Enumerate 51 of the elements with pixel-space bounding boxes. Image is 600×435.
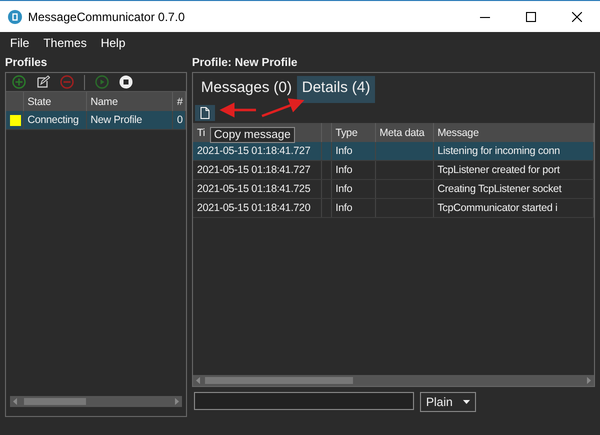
table-cell: 2021-05-15 01:18:41.727 bbox=[193, 142, 321, 160]
close-icon[interactable] bbox=[572, 12, 582, 22]
horizontal-scrollbar[interactable] bbox=[10, 396, 182, 407]
table-cell: 2021-05-15 01:18:41.720 bbox=[193, 198, 321, 218]
remove-icon[interactable] bbox=[60, 75, 74, 89]
scroll-right-icon[interactable] bbox=[586, 377, 592, 384]
window-title: MessageCommunicator 0.7.0 bbox=[28, 10, 186, 24]
table-cell: Creating TcpListener socket bbox=[433, 180, 594, 198]
maximize-icon[interactable] bbox=[526, 12, 536, 22]
tooltip: Copy message bbox=[210, 127, 295, 143]
annotation-arrow bbox=[220, 102, 256, 118]
scroll-right-icon[interactable] bbox=[174, 398, 180, 405]
column-header[interactable]: Type bbox=[331, 123, 375, 142]
table-cell: Info bbox=[331, 160, 375, 180]
tab[interactable]: Messages (0) bbox=[196, 76, 297, 103]
table-cell: 2021-05-15 01:18:41.725 bbox=[193, 180, 321, 198]
document-icon bbox=[200, 107, 210, 119]
table-cell: Listening for incoming conn bbox=[433, 142, 594, 160]
stop-icon[interactable] bbox=[119, 75, 133, 89]
scroll-left-icon[interactable] bbox=[195, 377, 201, 384]
format-dropdown[interactable]: Plain bbox=[420, 392, 476, 412]
menu-item[interactable]: File bbox=[3, 36, 36, 50]
annotation-arrow bbox=[262, 98, 304, 118]
tab[interactable]: Details (4) bbox=[296, 76, 376, 103]
add-icon[interactable] bbox=[12, 75, 26, 89]
table-cell: 2021-05-15 01:18:41.727 bbox=[193, 160, 321, 180]
table-cell: New Profile bbox=[86, 111, 172, 130]
message-input[interactable] bbox=[194, 392, 414, 410]
table-cell: Connecting bbox=[23, 111, 86, 130]
edit-icon[interactable] bbox=[36, 75, 50, 89]
table-cell: Info bbox=[331, 142, 375, 160]
table-cell: TcpListener created for port bbox=[433, 160, 594, 180]
column-header[interactable]: # bbox=[172, 92, 186, 111]
app-icon bbox=[8, 10, 22, 24]
column-header[interactable]: Message bbox=[433, 123, 594, 142]
caret-icon bbox=[463, 400, 470, 404]
column-header[interactable]: State bbox=[23, 92, 86, 111]
horizontal-scrollbar[interactable] bbox=[193, 375, 594, 386]
table-cell: 0 bbox=[172, 111, 186, 130]
table-cell: Info bbox=[331, 198, 375, 218]
table-cell: TcpCommunicator started i bbox=[433, 198, 594, 218]
panel-title: Profiles bbox=[5, 57, 48, 71]
menu-item[interactable]: Themes bbox=[36, 36, 94, 50]
column-header[interactable]: Meta data bbox=[375, 123, 433, 142]
scroll-left-icon[interactable] bbox=[12, 398, 18, 405]
table-cell: Info bbox=[331, 180, 375, 198]
panel-title: Profile: New Profile bbox=[192, 57, 298, 71]
menu-item[interactable]: Help bbox=[94, 36, 132, 50]
copy-button[interactable] bbox=[195, 105, 215, 121]
column-header[interactable]: Name bbox=[86, 92, 172, 111]
play-icon[interactable] bbox=[95, 75, 109, 89]
